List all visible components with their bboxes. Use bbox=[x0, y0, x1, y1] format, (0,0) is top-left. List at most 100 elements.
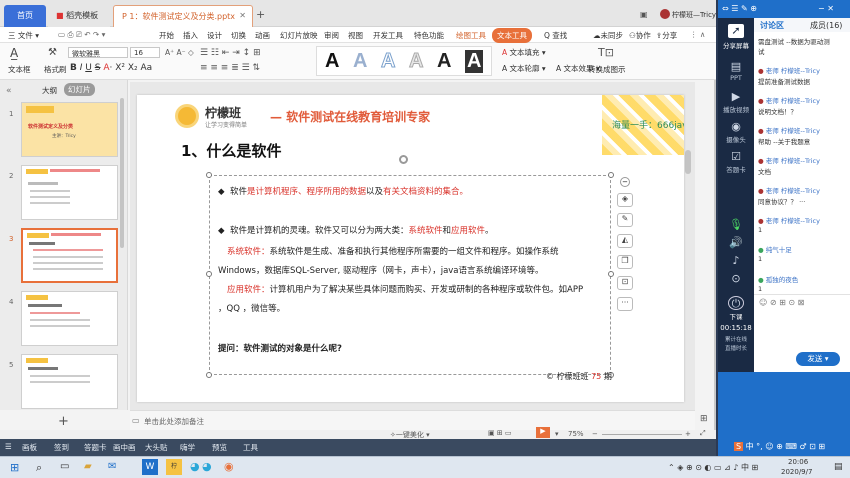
user-name[interactable]: 柠檬班—Tricy bbox=[672, 10, 716, 20]
microphone-icon[interactable]: 🎙 bbox=[728, 218, 744, 232]
chat-input[interactable] bbox=[754, 310, 850, 346]
menu-drawing-tools[interactable]: 绘图工具 bbox=[456, 30, 486, 41]
textbox-icon[interactable]: A̲ bbox=[10, 46, 18, 60]
menu-slideshow[interactable]: 幻灯片放映 bbox=[280, 30, 318, 41]
chat-input-tools[interactable]: ☺ ⊘ ⊞ ⊙ ⊠ bbox=[759, 298, 804, 307]
live-tool-answer-card[interactable]: 答题卡 bbox=[84, 442, 107, 453]
live-tool-preview[interactable]: 预览 bbox=[212, 442, 227, 453]
zoom-level[interactable]: 75% bbox=[568, 430, 584, 438]
collapse-toolbar-icon[interactable]: − bbox=[620, 177, 630, 187]
art-style-2[interactable]: A bbox=[353, 50, 367, 73]
tab-slides[interactable]: 幻灯片 bbox=[64, 83, 95, 96]
slide-thumbnail-5[interactable] bbox=[21, 354, 118, 409]
fill-icon[interactable]: ◭ bbox=[617, 234, 633, 248]
resize-handle[interactable] bbox=[608, 271, 614, 277]
zoom-slider[interactable] bbox=[602, 434, 682, 435]
art-text-gallery[interactable]: A A A A A A bbox=[316, 46, 492, 76]
fit-window-icon[interactable]: ⤢ bbox=[700, 429, 706, 438]
slide-thumbnail-4[interactable] bbox=[21, 291, 118, 346]
ime-toolbar[interactable]: S 中 °, ☺ ⊕ ⌨ ♂ ⊡ ⊞ bbox=[734, 441, 825, 452]
list-buttons[interactable]: ☰ ☷ ⇤ ⇥ ↕ ⊞ bbox=[200, 48, 261, 58]
resize-handle[interactable] bbox=[206, 372, 212, 378]
ppt-icon[interactable]: ▤ bbox=[728, 60, 744, 74]
answer-card-icon[interactable]: ☑ bbox=[728, 150, 744, 164]
wps-app-icon[interactable]: W bbox=[142, 459, 158, 475]
rotate-handle-icon[interactable] bbox=[399, 155, 408, 164]
live-tool-tools[interactable]: 工具 bbox=[243, 442, 258, 453]
menu-design[interactable]: 设计 bbox=[207, 30, 222, 41]
font-grow-shrink-icons[interactable]: A⁺ A⁻ ◇ bbox=[165, 48, 194, 57]
video-icon[interactable]: ▶ bbox=[728, 90, 744, 104]
view-mode-icons[interactable]: ▣ ⊞ ▭ bbox=[488, 429, 512, 437]
resize-handle[interactable] bbox=[608, 172, 614, 178]
art-style-4[interactable]: A bbox=[408, 50, 423, 73]
textbox-button[interactable]: 文本框 bbox=[8, 64, 31, 75]
align-buttons[interactable]: ≡ ≡ ≡ ≣ ☰ ⇅ bbox=[200, 63, 260, 73]
file-menu[interactable]: 三 文件 ▾ bbox=[8, 30, 39, 41]
music-icon[interactable]: ♪ bbox=[728, 254, 744, 268]
font-name-select[interactable]: 微软雅黑 bbox=[68, 47, 128, 58]
tab-document[interactable]: P 1：软件测试定义及分类.pptx ✕ bbox=[113, 5, 253, 27]
grid-view-icon[interactable]: ⊞ bbox=[700, 414, 708, 424]
quick-access-icons[interactable]: ▭ ⎙ ⎚ ↶ ↷ ▾ bbox=[58, 30, 105, 40]
notification-icon[interactable]: ▤ bbox=[834, 462, 843, 472]
tab-members[interactable]: 成员(16) bbox=[810, 20, 842, 31]
text-outline-button[interactable]: A 文本轮廓 ▾ bbox=[502, 63, 546, 74]
art-style-6[interactable]: A bbox=[465, 50, 484, 73]
search-button[interactable]: Q 查找 bbox=[544, 30, 567, 41]
menu-special[interactable]: 特色功能 bbox=[414, 30, 444, 41]
menu-transition[interactable]: 切换 bbox=[231, 30, 246, 41]
search-icon[interactable]: ⌕ bbox=[36, 461, 42, 475]
live-tool-pip[interactable]: 画中画 bbox=[113, 442, 136, 453]
record-icon[interactable]: ⊙ bbox=[728, 272, 744, 286]
format-brush-button[interactable]: 格式刷 bbox=[44, 64, 67, 75]
share-button[interactable]: ⇪分享 bbox=[656, 30, 677, 41]
chat-app-icon-2[interactable]: ◕ bbox=[202, 460, 212, 473]
mail-icon[interactable]: ✉ bbox=[108, 461, 116, 472]
zoom-out-button[interactable]: − bbox=[592, 430, 598, 438]
play-dropdown-icon[interactable]: ▾ bbox=[555, 430, 559, 438]
end-class-label[interactable]: 下课 bbox=[718, 311, 754, 321]
unsynced-button[interactable]: ☁未同步 bbox=[593, 30, 623, 41]
more-icon[interactable]: ⋮ ∧ bbox=[690, 30, 705, 39]
chat-app-icon[interactable]: ◕ bbox=[190, 460, 200, 473]
live-tool-hixue[interactable]: 嗨学 bbox=[180, 442, 195, 453]
end-class-icon[interactable]: ⏻ bbox=[728, 296, 744, 310]
convert-smartart-button[interactable]: 转换成图示 bbox=[588, 64, 626, 75]
thumb-scrollbar[interactable] bbox=[120, 98, 124, 248]
tab-templates[interactable]: ■ 稻壳模板 bbox=[48, 5, 110, 27]
font-style-buttons[interactable]: B I U S A· X² X₂ Aa bbox=[70, 63, 152, 73]
system-tray-icons[interactable]: ⌃ ◈ ⊕ ⊙ ◐ ▭ ⊿ ♪ 中 ⊞ bbox=[668, 462, 758, 473]
tab-home[interactable]: 首页 bbox=[4, 5, 46, 27]
tab-outline[interactable]: 大纲 bbox=[42, 85, 57, 96]
resize-handle[interactable] bbox=[206, 271, 212, 277]
start-icon[interactable]: ⊞ bbox=[10, 461, 19, 474]
live-tool-photo[interactable]: 大头贴 bbox=[145, 442, 168, 453]
text-fill-button[interactable]: A 文本填充 ▾ bbox=[502, 47, 546, 58]
convert-smartart-icon[interactable]: T⊡ bbox=[598, 46, 614, 59]
menu-insert[interactable]: 插入 bbox=[183, 30, 198, 41]
answer-card-label[interactable]: 答题卡 bbox=[718, 164, 754, 174]
slide-thumbnail-1[interactable]: 软件测试定义及分类 主讲：Tricy bbox=[21, 102, 118, 157]
copy-icon[interactable]: ❐ bbox=[617, 255, 633, 269]
clock-time[interactable]: 20:06 bbox=[788, 458, 808, 466]
tab-discussion[interactable]: 讨论区 bbox=[760, 20, 784, 31]
live-tool-checkin[interactable]: 签到 bbox=[54, 442, 69, 453]
window-count-icon[interactable]: ▣ bbox=[640, 10, 648, 19]
camera-label[interactable]: 摄像头 bbox=[718, 134, 754, 144]
art-style-3[interactable]: A bbox=[380, 50, 395, 73]
video-label[interactable]: 播放视频 bbox=[718, 104, 754, 114]
canvas-scrollbar[interactable] bbox=[685, 150, 691, 174]
notes-pane[interactable]: ▭ 单击此处添加备注 bbox=[130, 410, 695, 430]
avatar[interactable] bbox=[660, 9, 670, 19]
share-screen-icon[interactable]: ➚ bbox=[728, 24, 744, 38]
menu-review[interactable]: 审阅 bbox=[324, 30, 339, 41]
live-tool-whiteboard[interactable]: 画板 bbox=[22, 442, 37, 453]
speaker-icon[interactable]: 🔊 bbox=[728, 236, 744, 250]
lemon-app-icon[interactable]: 柠 bbox=[166, 459, 182, 475]
new-tab-button[interactable]: + bbox=[256, 8, 265, 21]
crop-icon[interactable]: ⊡ bbox=[617, 276, 633, 290]
menu-icon[interactable]: ☰ bbox=[5, 442, 12, 451]
layers-icon[interactable]: ◈ bbox=[617, 193, 633, 207]
art-style-1[interactable]: A bbox=[325, 50, 339, 73]
